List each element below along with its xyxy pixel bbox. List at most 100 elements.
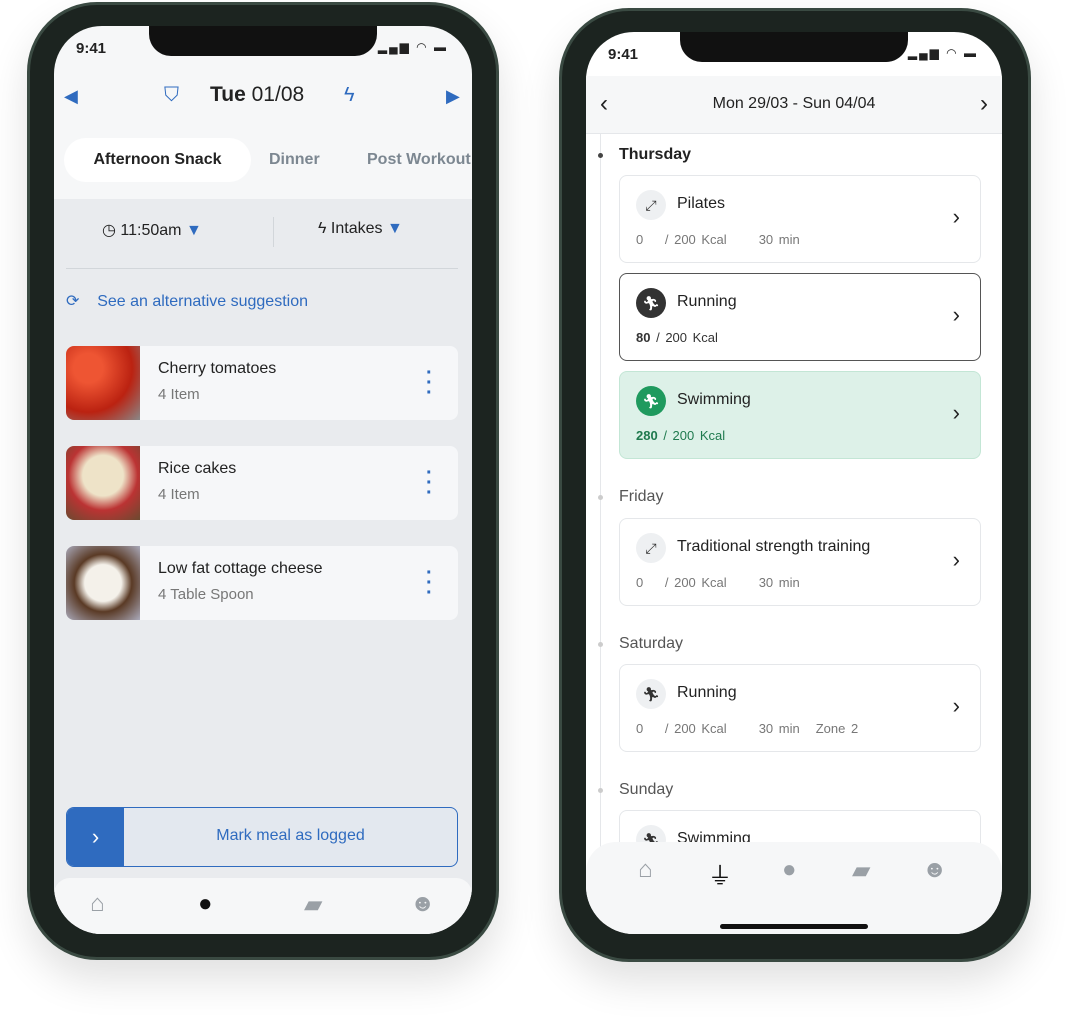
timeline-dot — [598, 788, 603, 793]
food-item[interactable]: Cherry tomatoes 4 Item · · · — [66, 346, 458, 420]
workout-card[interactable]: ⤢ Pilates 0 / 200 Kcal 30 min › — [619, 175, 981, 263]
day-heading: Friday — [619, 488, 664, 505]
status-icons: ▂▄▆ ◠ ▬ — [377, 40, 448, 54]
kcal-done: 0 — [636, 575, 644, 590]
kcal-done: 0 — [636, 721, 644, 736]
mark-meal-logged-slider[interactable]: › Mark meal as logged — [66, 807, 458, 867]
bottom-nav: ⌂ ⏚ ● ▰ ☻ — [586, 842, 1002, 934]
more-icon[interactable]: · · · — [426, 563, 433, 603]
week-header: ‹ Mon 29/03 - Sun 04/04 › — [586, 76, 1002, 134]
status-icons: ▂▄▆ ◠ ▬ — [907, 46, 978, 60]
home-indicator — [720, 924, 868, 929]
lightning-icon[interactable]: ϟ — [344, 84, 355, 107]
food-qty: 4 Item — [158, 386, 200, 403]
next-day-button[interactable]: ▶ — [446, 86, 460, 107]
day-label: Tue — [210, 83, 246, 106]
workout-name: Traditional strength training — [677, 538, 871, 555]
prev-day-button[interactable]: ◀ — [64, 86, 78, 107]
chevron-right-icon: › — [952, 400, 960, 425]
duration: 30 min — [758, 575, 800, 590]
workout-name: Pilates — [677, 195, 726, 212]
profile-icon[interactable]: ☻ — [410, 890, 435, 918]
date-title: Tue 01/08 — [210, 83, 304, 107]
notch — [680, 32, 908, 62]
chat-icon[interactable]: ▰ — [852, 856, 870, 885]
tab-afternoon-snack[interactable]: Afternoon Snack — [64, 138, 251, 182]
week-range: Mon 29/03 - Sun 04/04 — [712, 95, 876, 112]
zone: Zone 2 — [815, 721, 859, 736]
more-icon[interactable]: · · · — [426, 463, 433, 503]
food-name: Rice cakes — [158, 460, 237, 477]
day-heading: Sunday — [619, 781, 674, 798]
kcal-done: 0 — [636, 232, 644, 247]
running-icon: 🏃︎ — [636, 288, 666, 318]
kcal-goal: / 200 Kcal — [656, 330, 718, 345]
chevron-down-icon: ▼ — [185, 222, 202, 239]
timeline-dot — [598, 642, 603, 647]
divider — [66, 268, 458, 269]
home-icon[interactable]: ⌂ — [90, 890, 105, 918]
workout-card[interactable]: 🏃︎ Swimming 280 / 200 Kcal › — [619, 371, 981, 459]
pilates-icon: ⤢ — [636, 190, 666, 220]
lightning-icon: ϟ — [318, 220, 327, 237]
food-image — [66, 346, 140, 420]
food-qty: 4 Item — [158, 486, 200, 503]
day-heading: Saturday — [619, 635, 684, 652]
kcal-goal: / 200 Kcal — [664, 721, 727, 736]
swimming-icon: 🏃︎ — [636, 386, 666, 416]
tab-post-workout[interactable]: Post Workout — [367, 138, 471, 182]
duration: 30 min — [758, 232, 800, 247]
workout-card[interactable]: 🏃︎ Running 0 / 200 Kcal 30 min Zone 2 › — [619, 664, 981, 752]
food-name: Low fat cottage cheese — [158, 560, 323, 577]
chat-icon[interactable]: ▰ — [304, 890, 322, 919]
workout-card[interactable]: 🏃︎ Running 80 / 200 Kcal › — [619, 273, 981, 361]
status-time: 9:41 — [76, 40, 107, 57]
apple-icon[interactable]: ● — [782, 856, 797, 884]
timeline-line — [600, 134, 601, 854]
date-label: 01/08 — [251, 83, 305, 106]
food-image — [66, 546, 140, 620]
chevron-right-icon: › — [952, 547, 960, 572]
suggestion-label: See an alternative suggestion — [97, 293, 308, 310]
notch — [149, 26, 377, 56]
basket-icon[interactable]: ⛉ — [164, 84, 179, 107]
timeline-dot — [598, 153, 603, 158]
timeline-dot — [598, 495, 603, 500]
chevron-right-icon: › — [952, 693, 960, 718]
apple-icon[interactable]: ● — [198, 890, 213, 918]
food-item[interactable]: Low fat cottage cheese 4 Table Spoon · · · — [66, 546, 458, 620]
day-heading: Thursday — [619, 146, 692, 163]
alternative-suggestion-link[interactable]: ⟳ See an alternative suggestion — [66, 291, 308, 311]
workout-screen: 9:41 ▂▄▆ ◠ ▬ ‹ Mon 29/03 - Sun 04/04 › T… — [586, 32, 1002, 934]
kcal-goal: / 200 Kcal — [664, 575, 727, 590]
time-selector[interactable]: ◷ 11:50am ▼ — [102, 220, 202, 240]
food-item[interactable]: Rice cakes 4 Item · · · — [66, 446, 458, 520]
chevron-right-icon: › — [952, 204, 960, 229]
bottom-nav: ⌂ ● ▰ ☻ — [54, 878, 472, 934]
clock-icon: ◷ — [102, 222, 116, 239]
refresh-icon: ⟳ — [66, 293, 80, 310]
workout-name: Running — [677, 293, 737, 310]
food-image — [66, 446, 140, 520]
kcal-done: 280 — [636, 428, 658, 443]
next-week-button[interactable]: › — [980, 90, 988, 118]
duration: 30 min — [758, 721, 800, 736]
intakes-label: Intakes — [330, 220, 383, 237]
workout-name: Running — [677, 684, 737, 701]
nutrition-screen: 9:41 ▂▄▆ ◠ ▬ ◀ ⛉ Tue 01/08 ϟ ▶ Afternoon… — [54, 26, 472, 934]
slider-handle-chevron-icon[interactable]: › — [67, 808, 124, 866]
mark-logged-label: Mark meal as logged — [216, 827, 365, 844]
tab-dinner[interactable]: Dinner — [269, 138, 320, 182]
profile-icon[interactable]: ☻ — [922, 856, 947, 884]
meal-panel: ◷ 11:50am ▼ ϟ Intakes ▼ ⟳ See an alterna… — [54, 199, 472, 934]
chevron-down-icon: ▼ — [386, 220, 403, 237]
more-icon[interactable]: · · · — [426, 363, 433, 403]
home-icon[interactable]: ⌂ — [638, 856, 653, 884]
workout-card[interactable]: ⤢ Traditional strength training 0 / 200 Kc… — [619, 518, 981, 606]
food-name: Cherry tomatoes — [158, 360, 277, 377]
workout-icon[interactable]: ⏚ — [708, 856, 732, 891]
kcal-goal: / 200 Kcal — [663, 428, 726, 443]
intakes-selector[interactable]: ϟ Intakes ▼ — [318, 220, 403, 238]
time-value: 11:50am — [120, 222, 182, 239]
status-time: 9:41 — [608, 46, 639, 63]
